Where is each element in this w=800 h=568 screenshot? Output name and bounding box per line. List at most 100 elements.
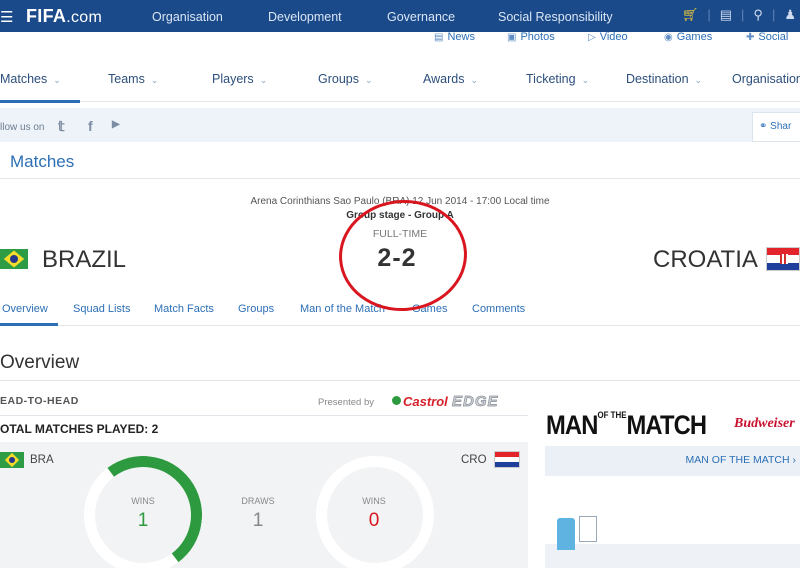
croatia-flag-icon xyxy=(494,451,520,468)
brazil-flag-icon xyxy=(0,452,24,468)
video-icon: ▷ xyxy=(588,32,596,43)
mainnav-groups[interactable]: Groups ⌄ xyxy=(318,72,373,86)
castrol-edge-logo: Castrol EDGE xyxy=(392,392,526,412)
mainnav-label: Awards xyxy=(423,72,465,86)
subnav-news[interactable]: ▤ News xyxy=(434,31,475,49)
topnav-organisation[interactable]: Organisation xyxy=(152,10,223,24)
follow-bar: llow us on 𝕥 f ▶ ⚭ Shar xyxy=(0,108,800,142)
logo-text: FIFA xyxy=(26,6,67,26)
topnav-governance[interactable]: Governance xyxy=(387,10,455,24)
subnav-label: Photos xyxy=(520,31,555,43)
subnav-label: Social xyxy=(758,31,789,43)
mainnav-ticketing[interactable]: Ticketing ⌄ xyxy=(526,72,589,86)
news-icon: ▤ xyxy=(434,32,444,43)
castrol-logo-icon xyxy=(392,396,401,405)
facebook-icon[interactable]: f xyxy=(88,118,93,134)
tab-comments[interactable]: Comments xyxy=(472,303,525,315)
tab-groups[interactable]: Groups xyxy=(238,303,274,315)
chevron-down-icon: ⌄ xyxy=(259,75,268,85)
vote-icon xyxy=(557,518,575,550)
budweiser-logo: Budweiser xyxy=(734,416,795,431)
tab-overview[interactable]: Overview xyxy=(2,303,48,315)
subnav-label: Games xyxy=(676,31,713,43)
motm-title-a: MAN xyxy=(546,410,598,440)
motm-image-bar xyxy=(545,544,800,568)
subnav-games[interactable]: ◉ Games xyxy=(664,31,712,49)
tab-squad-lists[interactable]: Squad Lists xyxy=(73,303,130,315)
gamepad-icon: ◉ xyxy=(664,32,673,43)
mainnav-destination[interactable]: Destination ⌄ xyxy=(626,72,702,86)
social-icon: ✚ xyxy=(746,32,755,43)
subnav-label: Video xyxy=(599,31,628,43)
presented-by-label: Presented by xyxy=(318,397,374,408)
news-icon[interactable]: ▤ xyxy=(720,7,732,23)
main-nav: Matches ⌄ Teams ⌄ Players ⌄ Groups ⌄ Awards ⌄… xyxy=(0,56,800,103)
active-tab-indicator xyxy=(0,323,58,326)
subnav-social[interactable]: ✚ Social xyxy=(746,31,788,49)
youtube-icon[interactable]: ▶ xyxy=(112,119,120,130)
hamburger-icon[interactable]: ☰ xyxy=(0,8,13,26)
chevron-down-icon: ⌄ xyxy=(150,75,159,85)
page-title: Matches xyxy=(10,152,75,171)
card-icon xyxy=(579,516,597,542)
motm-title-b: MATCH xyxy=(626,410,708,440)
divider xyxy=(0,415,528,416)
logo-suffix: .com xyxy=(66,9,103,26)
share-icon: ⚭ xyxy=(759,121,768,132)
away-team-name[interactable]: CROATIA xyxy=(653,246,758,274)
away-wins-label: WINS xyxy=(362,496,386,506)
brazil-flag-icon xyxy=(0,249,28,269)
cart-icon[interactable]: 🛒︎ xyxy=(682,7,699,23)
subnav-photos[interactable]: ▣ Photos xyxy=(507,31,555,49)
home-wins-value: 1 xyxy=(137,510,149,531)
top-bar: ☰ FIFA.com Organisation Development Gove… xyxy=(0,0,800,32)
mainnav-players[interactable]: Players ⌄ xyxy=(212,72,267,86)
search-icon[interactable]: ⚲ xyxy=(753,7,763,23)
mainnav-awards[interactable]: Awards ⌄ xyxy=(423,72,478,86)
chevron-down-icon: ⌄ xyxy=(694,75,703,85)
active-tab-indicator xyxy=(0,100,80,103)
top-tools: 🛒︎ | ▤ | ⚲ | ♟ xyxy=(682,7,796,23)
chevron-down-icon: ⌄ xyxy=(53,75,61,85)
follow-label: llow us on xyxy=(0,122,45,133)
edge-wordmark: EDGE xyxy=(452,393,499,411)
fifa-logo[interactable]: FIFA.com xyxy=(26,6,102,27)
twitter-icon[interactable]: 𝕥 xyxy=(58,118,65,135)
mainnav-organisation[interactable]: Organisation xyxy=(732,72,800,86)
share-label: Shar xyxy=(770,121,792,132)
mainnav-matches[interactable]: Matches ⌄ xyxy=(0,72,61,86)
chevron-down-icon: ⌄ xyxy=(365,75,373,85)
mainnav-teams[interactable]: Teams ⌄ xyxy=(108,72,158,86)
motm-title: MANOF THEMATCH xyxy=(546,410,708,441)
total-matches-played: OTAL MATCHES PLAYED: 2 xyxy=(0,422,159,436)
mainnav-label: Organisation xyxy=(732,72,800,86)
user-icon[interactable]: ♟ xyxy=(784,7,796,23)
draws-label: DRAWS xyxy=(241,496,275,506)
subnav-video[interactable]: ▷ Video xyxy=(588,31,628,49)
head-to-head-label: EAD-TO-HEAD xyxy=(0,395,79,407)
divider: | xyxy=(741,7,745,22)
divider xyxy=(0,178,800,179)
mainnav-label: Teams xyxy=(108,72,145,86)
motm-image xyxy=(545,486,800,568)
home-wins-label: WINS xyxy=(131,496,155,506)
man-of-the-match-link[interactable]: MAN OF THE MATCH › xyxy=(545,446,800,476)
mainnav-label: Destination xyxy=(626,72,689,86)
tab-match-facts[interactable]: Match Facts xyxy=(154,303,214,315)
mainnav-label: Players xyxy=(212,72,254,86)
overview-title: Overview xyxy=(0,352,80,373)
topnav-social-responsibility[interactable]: Social Responsibility xyxy=(498,10,613,24)
home-team-name[interactable]: BRAZIL xyxy=(42,246,126,274)
camera-icon: ▣ xyxy=(507,32,517,43)
topnav-development[interactable]: Development xyxy=(268,10,342,24)
mainnav-label: Groups xyxy=(318,72,359,86)
home-team-code: BRA xyxy=(30,454,54,466)
share-button[interactable]: ⚭ Shar xyxy=(752,112,800,142)
mainnav-label: Matches xyxy=(0,72,48,86)
motm-title-of: OF THE xyxy=(597,410,627,420)
away-wins-value: 0 xyxy=(368,510,380,531)
castrol-wordmark: Castrol xyxy=(403,394,448,409)
divider xyxy=(0,380,800,381)
mainnav-label: Ticketing xyxy=(526,72,576,86)
chevron-down-icon: ⌄ xyxy=(470,75,479,85)
